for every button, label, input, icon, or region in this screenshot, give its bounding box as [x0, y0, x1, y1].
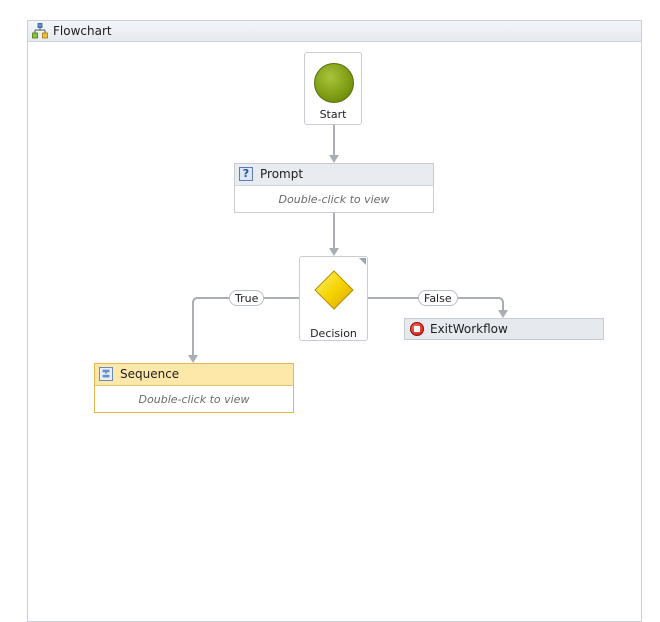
sequence-hint: Double-click to view: [138, 393, 250, 406]
prompt-title: Prompt: [260, 167, 304, 181]
start-node[interactable]: Start: [304, 52, 362, 125]
prompt-header: ? Prompt: [235, 164, 433, 186]
arrowhead-decision: [329, 248, 339, 256]
sequence-icon: [99, 367, 113, 381]
connector-decision-true: [192, 297, 299, 357]
start-label: Start: [319, 108, 347, 121]
decision-diamond-icon: [314, 270, 354, 310]
decision-node[interactable]: Decision: [299, 256, 368, 341]
prompt-activity-icon: ?: [239, 167, 253, 181]
prompt-hint: Double-click to view: [278, 193, 390, 206]
decision-label: Decision: [310, 327, 357, 340]
decision-expand-corner[interactable]: [359, 258, 366, 265]
exit-workflow-title: ExitWorkflow: [430, 322, 508, 336]
true-branch-label[interactable]: True: [229, 290, 265, 306]
arrowhead-sequence: [188, 355, 198, 363]
arrowhead-prompt: [329, 155, 339, 163]
stop-icon: [410, 322, 424, 336]
exit-workflow-activity[interactable]: ExitWorkflow: [404, 318, 604, 340]
start-circle-icon: [314, 63, 354, 103]
sequence-activity[interactable]: Sequence Double-click to view: [94, 363, 294, 413]
prompt-activity[interactable]: ? Prompt Double-click to view: [234, 163, 434, 213]
sequence-header: Sequence: [95, 364, 293, 386]
arrowhead-exit: [498, 310, 508, 318]
false-branch-label[interactable]: False: [418, 290, 458, 306]
sequence-title: Sequence: [120, 367, 180, 381]
